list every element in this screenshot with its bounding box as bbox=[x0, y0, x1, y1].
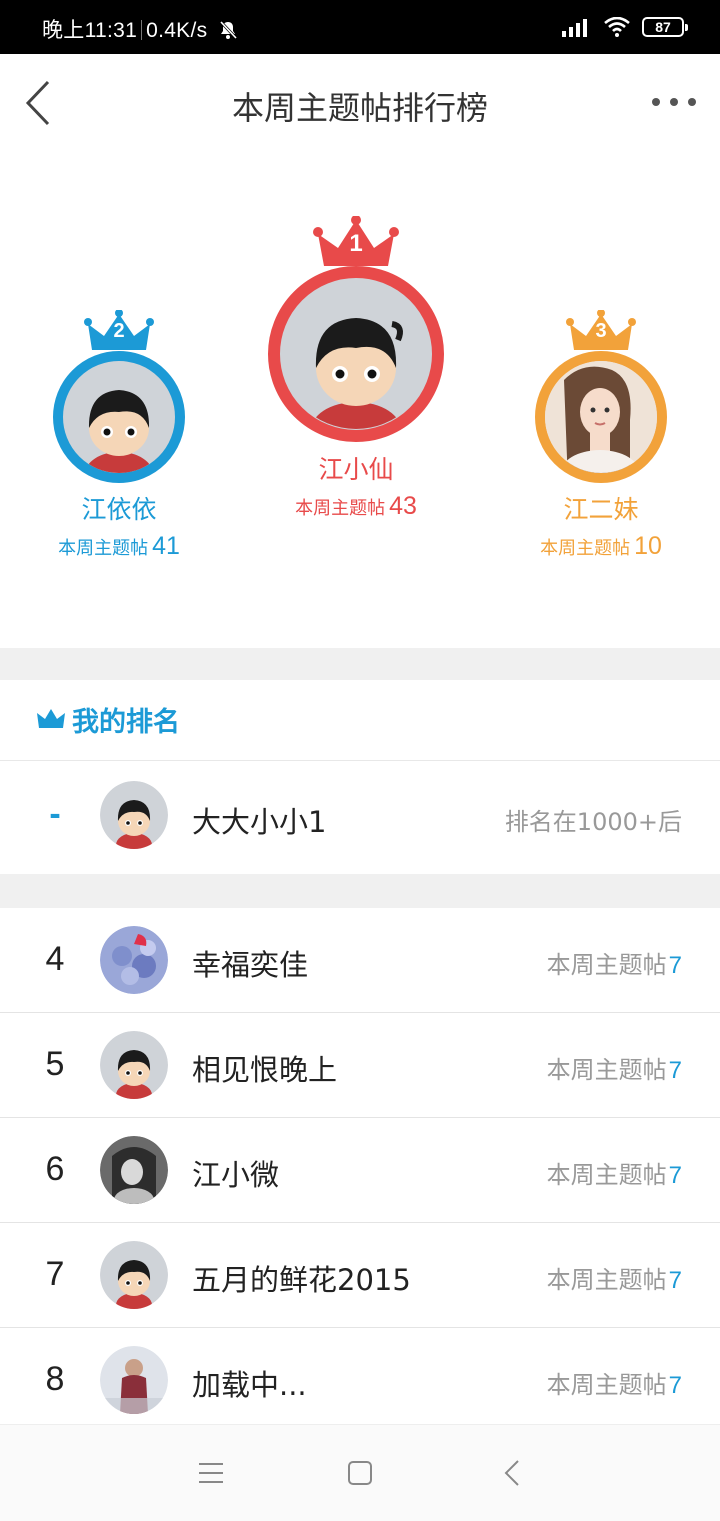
battery-icon: 87 bbox=[642, 17, 688, 37]
rank-number: - bbox=[49, 795, 61, 833]
avatar bbox=[100, 1346, 168, 1414]
count-value: 41 bbox=[152, 532, 180, 560]
my-ranking-header: 我的排名 bbox=[0, 680, 720, 761]
avatar bbox=[100, 781, 168, 849]
count-label: 本周主题帖 bbox=[58, 538, 149, 559]
status-time: 晚上11:31 0.4K/s bbox=[42, 14, 238, 44]
section-divider bbox=[0, 648, 720, 680]
clock: 晚上11:31 bbox=[42, 19, 138, 42]
status-icons: 87 bbox=[562, 14, 688, 40]
top-three-podium: 2 江依依 本周主题帖 41 1 江小仙 本周主题帖 43 3 江二妹 本周主题… bbox=[0, 152, 720, 648]
user-name: 加载中... bbox=[192, 1368, 307, 1402]
avatar bbox=[100, 1136, 168, 1204]
avatar bbox=[535, 351, 667, 483]
user-name: 相见恨晚上 bbox=[192, 1053, 338, 1087]
app-header: 本周主题帖排行榜 bbox=[0, 54, 720, 153]
rank-status: 排名在1000+后 bbox=[504, 808, 682, 836]
post-count: 本周主题帖7 bbox=[547, 945, 682, 980]
count-value: 7 bbox=[668, 1372, 682, 1399]
list-item[interactable]: 8 加载中... 本周主题帖7 bbox=[0, 1328, 720, 1424]
rank-number: 7 bbox=[45, 1255, 65, 1293]
avatar bbox=[53, 351, 185, 483]
battery-level: 87 bbox=[655, 19, 671, 35]
menu-icon[interactable] bbox=[198, 1461, 224, 1485]
count-label: 本周主题帖 bbox=[546, 1371, 667, 1399]
podium-name: 江二妹 bbox=[563, 495, 639, 524]
podium-count: 本周主题帖 43 bbox=[258, 492, 454, 521]
my-ranking-title: 我的排名 bbox=[72, 707, 180, 738]
rank-number: 3 bbox=[595, 320, 607, 342]
user-name: 幸福奕佳 bbox=[192, 948, 309, 982]
podium-count: 本周主题帖 41 bbox=[38, 532, 200, 561]
avatar bbox=[268, 266, 444, 442]
post-count: 本周主题帖7 bbox=[547, 1155, 682, 1190]
page-title: 本周主题帖排行榜 bbox=[231, 89, 488, 127]
avatar bbox=[100, 926, 168, 994]
podium-third[interactable]: 3 江二妹 本周主题帖 10 bbox=[520, 310, 682, 561]
divider bbox=[141, 20, 143, 40]
count-label: 本周主题帖 bbox=[546, 1266, 667, 1294]
post-count: 本周主题帖7 bbox=[547, 1050, 682, 1085]
wifi-icon bbox=[604, 17, 630, 37]
count-value: 7 bbox=[668, 1057, 682, 1084]
status-bar: 晚上11:31 0.4K/s 87 bbox=[0, 0, 720, 54]
podium-name: 江依依 bbox=[81, 495, 157, 524]
rank-number: 6 bbox=[45, 1150, 65, 1188]
more-icon[interactable] bbox=[650, 92, 698, 112]
podium-count: 本周主题帖 10 bbox=[520, 532, 682, 561]
avatar bbox=[100, 1241, 168, 1309]
count-label: 本周主题帖 bbox=[295, 498, 386, 519]
list-item[interactable]: 5 相见恨晚上 本周主题帖7 bbox=[0, 1013, 720, 1118]
count-value: 43 bbox=[389, 492, 417, 520]
count-value: 7 bbox=[668, 1162, 682, 1189]
podium-name: 江小仙 bbox=[318, 455, 394, 484]
podium-second[interactable]: 2 江依依 本周主题帖 41 bbox=[38, 310, 200, 561]
my-ranking-row[interactable]: - 大大小小1 排名在1000+后 bbox=[0, 761, 720, 873]
rank-number: 2 bbox=[113, 320, 125, 342]
list-item[interactable]: 6 江小微 本周主题帖7 bbox=[0, 1118, 720, 1223]
count-value: 7 bbox=[668, 1267, 682, 1294]
avatar bbox=[100, 1031, 168, 1099]
rank-number: 1 bbox=[349, 230, 363, 257]
rank-number: 5 bbox=[45, 1045, 65, 1083]
user-name: 江小微 bbox=[192, 1158, 280, 1192]
back-nav-icon[interactable] bbox=[503, 1459, 521, 1487]
count-label: 本周主题帖 bbox=[546, 951, 667, 979]
user-name: 五月的鲜花2015 bbox=[192, 1263, 411, 1297]
rank-number: 8 bbox=[45, 1360, 65, 1398]
signal-icon bbox=[562, 19, 587, 37]
user-name: 大大小小1 bbox=[192, 805, 327, 839]
post-count: 本周主题帖7 bbox=[547, 1365, 682, 1400]
list-item[interactable]: 7 五月的鲜花2015 本周主题帖7 bbox=[0, 1223, 720, 1328]
count-value: 10 bbox=[634, 532, 662, 560]
crown-icon bbox=[37, 709, 65, 728]
post-count: 本周主题帖7 bbox=[547, 1260, 682, 1295]
podium-first[interactable]: 1 江小仙 本周主题帖 43 bbox=[258, 216, 454, 521]
list-item[interactable]: 4 幸福奕佳 本周主题帖7 bbox=[0, 908, 720, 1013]
network-speed: 0.4K/s bbox=[146, 19, 208, 42]
count-label: 本周主题帖 bbox=[546, 1056, 667, 1084]
home-icon[interactable] bbox=[347, 1460, 373, 1486]
section-divider bbox=[0, 874, 720, 908]
count-label: 本周主题帖 bbox=[546, 1161, 667, 1189]
system-nav-bar bbox=[0, 1424, 720, 1521]
mute-icon bbox=[219, 20, 237, 40]
count-value: 7 bbox=[668, 952, 682, 979]
count-label: 本周主题帖 bbox=[540, 538, 631, 559]
rank-number: 4 bbox=[45, 940, 65, 978]
